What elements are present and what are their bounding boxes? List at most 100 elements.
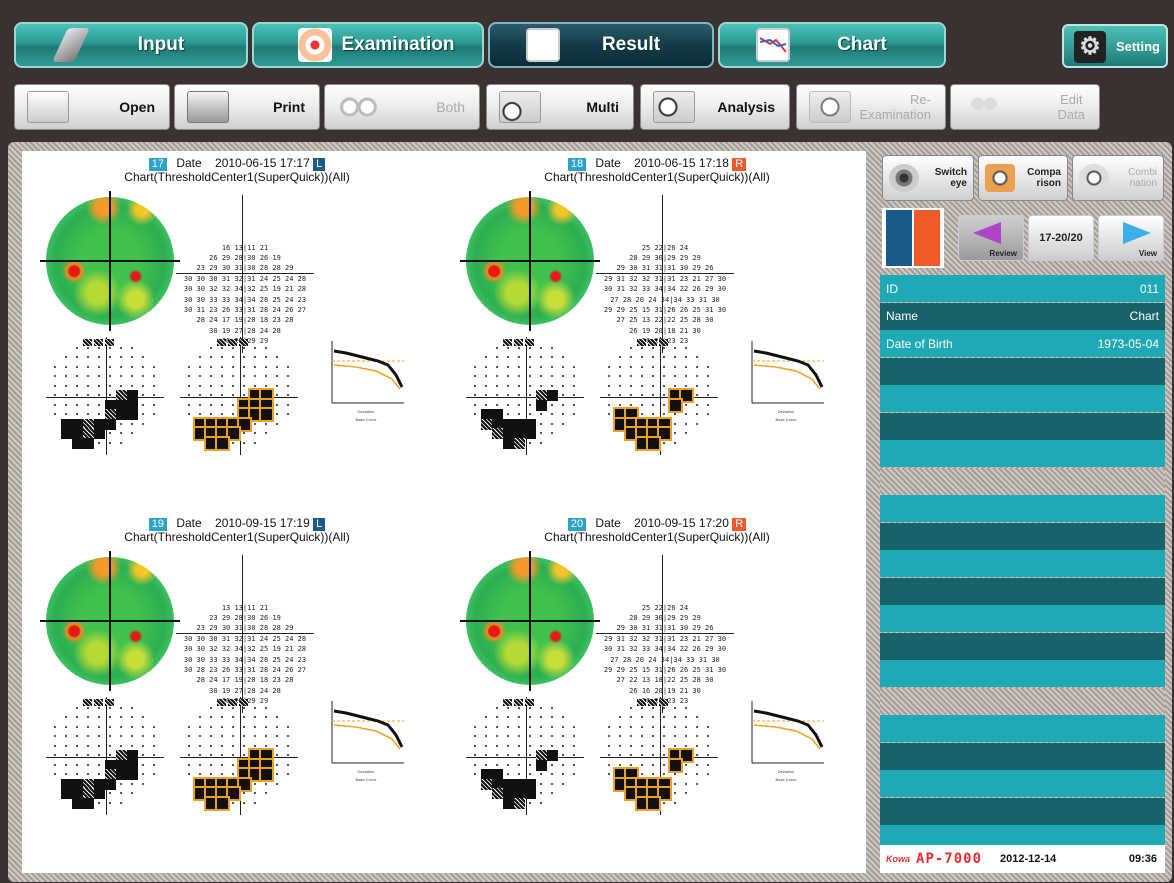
open-button[interactable]: Open — [14, 84, 170, 130]
tab-chart[interactable]: Chart — [718, 22, 946, 68]
grid-point — [221, 735, 223, 737]
edit-data-button[interactable]: Edit Data — [950, 84, 1100, 130]
grid-point — [142, 422, 144, 425]
grid-point — [518, 716, 520, 718]
grid-point — [76, 716, 78, 718]
patient-value: Chart — [1129, 309, 1159, 323]
grid-point — [540, 716, 542, 718]
grid-point — [652, 365, 654, 368]
grid-point — [98, 744, 100, 747]
footer-time: 09:36 — [1128, 853, 1157, 865]
grid-point — [685, 356, 687, 358]
empty-row — [880, 440, 1165, 467]
view-button[interactable]: View — [1098, 215, 1164, 261]
grid-point — [674, 356, 676, 358]
grid-point — [474, 375, 476, 377]
combination-button[interactable]: Combi nation — [1072, 155, 1164, 201]
grid-point — [551, 346, 553, 349]
grid-point — [630, 744, 632, 747]
grid-point — [210, 773, 212, 775]
grid-point — [540, 365, 542, 368]
grid-point — [474, 763, 476, 766]
grid-point — [529, 346, 531, 349]
grid-point — [87, 365, 89, 368]
multi-button[interactable]: Multi — [486, 84, 634, 130]
pattern-deviation-plot — [600, 697, 718, 815]
grid-point — [276, 413, 278, 415]
grid-point — [120, 744, 122, 747]
grid-point — [131, 782, 133, 785]
grid-h-axis — [466, 757, 584, 758]
grid-point — [529, 394, 531, 396]
grid-point — [608, 384, 610, 387]
map-v-axis — [109, 551, 111, 691]
grid-point — [685, 706, 687, 709]
grid-point — [619, 356, 621, 358]
exam-panel[interactable]: 17 Date 2010-06-15 17:17 L Chart(Thresho… — [32, 151, 442, 491]
defect-cell — [626, 428, 637, 439]
empty-row — [880, 385, 1165, 412]
exam-panel[interactable]: 19 Date 2010-09-15 17:19 L Chart(Thresho… — [32, 511, 442, 851]
defect-cell — [239, 339, 248, 346]
grid-point — [496, 384, 498, 387]
grid-point — [243, 801, 245, 804]
reexamination-button[interactable]: Re- Examination — [796, 84, 946, 130]
grid-point — [496, 725, 498, 728]
map-v-axis — [529, 551, 531, 691]
grid-point — [65, 394, 67, 396]
grid-h-axis — [600, 397, 718, 398]
grid-point — [120, 782, 122, 785]
grid-point — [131, 375, 133, 377]
grid-point — [142, 744, 144, 747]
tab-examination[interactable]: Examination — [252, 22, 484, 68]
tab-result[interactable]: Result — [488, 22, 714, 68]
grid-point — [685, 735, 687, 737]
empty-row — [880, 715, 1165, 742]
grid-point — [696, 716, 698, 718]
grid-point — [153, 375, 155, 377]
grid-point — [619, 754, 621, 756]
grid-point — [142, 413, 144, 415]
grid-point — [65, 773, 67, 775]
grid-point — [153, 384, 155, 387]
grid-point — [641, 403, 643, 406]
analysis-button[interactable]: Analysis — [640, 84, 790, 130]
threshold-text: 25 22|26 24 28 29 30|29 29 29 29 30 31 3… — [603, 243, 727, 346]
grid-point — [276, 735, 278, 737]
grid-point — [210, 735, 212, 737]
exam-panel[interactable]: 20 Date 2010-09-15 17:20 R Chart(Thresho… — [452, 511, 862, 851]
threshold-h-axis — [176, 633, 314, 634]
defect-cell — [83, 339, 92, 346]
threshold-h-axis — [176, 273, 314, 274]
grid-point — [232, 394, 234, 396]
grid-point — [54, 763, 56, 766]
grid-point — [65, 384, 67, 387]
grid-point — [210, 394, 212, 396]
grid-point — [109, 725, 111, 728]
switch-eye-button[interactable]: Switch eye — [882, 155, 974, 201]
grid-point — [131, 792, 133, 794]
tab-input[interactable]: Input — [14, 22, 248, 68]
grid-point — [265, 365, 267, 368]
comparison-button[interactable]: Compa rison — [978, 155, 1068, 201]
grid-point — [243, 716, 245, 718]
grid-point — [641, 375, 643, 377]
grid-point — [485, 744, 487, 747]
grid-point — [98, 716, 100, 718]
setting-button[interactable]: ⚙ Setting — [1062, 24, 1168, 68]
grid-point — [641, 394, 643, 396]
grid-point — [674, 384, 676, 387]
defect-cell — [94, 428, 105, 439]
both-button[interactable]: Both — [324, 84, 480, 130]
grid-point — [540, 375, 542, 377]
grid-point — [287, 773, 289, 775]
review-button[interactable]: Review — [958, 215, 1024, 261]
empty-row — [880, 412, 1165, 440]
grid-point — [485, 735, 487, 737]
defect-cell — [525, 788, 536, 799]
print-button[interactable]: Print — [174, 84, 320, 130]
grid-point — [210, 725, 212, 728]
exam-panel[interactable]: 18 Date 2010-06-15 17:18 R Chart(Thresho… — [452, 151, 862, 491]
grid-point — [232, 716, 234, 718]
grid-point — [529, 365, 531, 368]
